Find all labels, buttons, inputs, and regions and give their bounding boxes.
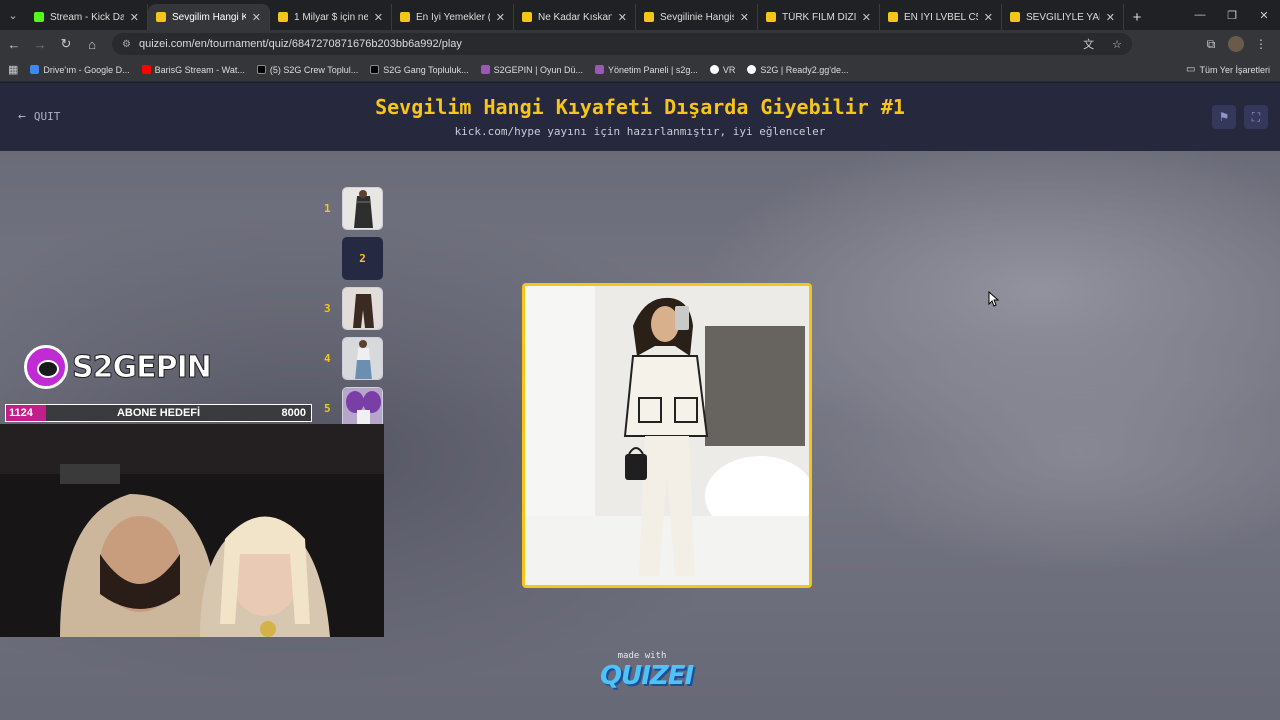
bookmark-item[interactable]: S2GEPIN | Oyun Dü... [480, 65, 583, 75]
youtube-icon [141, 65, 151, 74]
fullscreen-icon: ⛶ [1251, 109, 1261, 124]
close-tab-icon[interactable]: ✕ [862, 11, 871, 24]
quizei-favicon-icon [888, 12, 898, 22]
quizei-logo: QUIZEI [600, 661, 694, 691]
url-field[interactable]: ⚙ quizei.com/en/tournament/quiz/68472708… [112, 33, 1132, 55]
rail-number-box: 2 [342, 237, 383, 280]
site-info-icon[interactable]: ⚙ [122, 39, 131, 50]
forward-icon[interactable]: → [28, 32, 52, 56]
bookmark-star-icon[interactable]: ☆ [1112, 38, 1122, 51]
translate-icon[interactable]: 文 [1083, 36, 1094, 52]
quizei-favicon-icon [1010, 12, 1020, 22]
bookmark-item[interactable]: BarisG Stream - Wat... [141, 65, 245, 75]
rail-thumbnail [342, 337, 383, 380]
bookmark-item[interactable]: S2G | Ready2.gg'de... [747, 65, 849, 75]
webcam-feed [0, 424, 384, 637]
close-window-icon[interactable]: ✕ [1248, 0, 1280, 30]
apps-grid-icon[interactable]: ▦ [8, 63, 18, 76]
bookmark-item[interactable]: S2G Gang Topluluk... [370, 65, 469, 75]
browser-tab-active[interactable]: Sevgilim Hangi Kıyafe✕ [148, 4, 270, 30]
reload-icon[interactable]: ↻ [54, 32, 78, 56]
quiz-header: ← QUIT Sevgilim Hangi Kıyafeti Dışarda G… [0, 83, 1280, 151]
kick-favicon-icon [34, 12, 44, 22]
close-tab-icon[interactable]: ✕ [1106, 11, 1115, 24]
rail-item[interactable]: 2 2 [320, 237, 390, 281]
quiz-subtitle: kick.com/hype yayını için hazırlanmıştır… [454, 125, 826, 138]
candidate-card[interactable] [522, 283, 812, 588]
globe-icon [747, 65, 757, 74]
report-flag-button[interactable]: ⚑ [1212, 105, 1236, 129]
browser-tab[interactable]: 1 Milyar $ için ne yap✕ [270, 4, 392, 30]
browser-tab[interactable]: Ne Kadar Kıskançsın?✕ [514, 4, 636, 30]
browser-tab[interactable]: En İyi Yemekler (Kang✕ [392, 4, 514, 30]
minimize-icon[interactable]: — [1184, 0, 1216, 30]
bookmark-item[interactable]: (5) S2G Crew Toplul... [256, 65, 358, 75]
goal-current: 1124 [6, 405, 46, 421]
fullscreen-button[interactable]: ⛶ [1244, 105, 1268, 129]
browser-tab[interactable]: Sevgilinie Hangisini Y✕ [636, 4, 758, 30]
s2gepin-icon [594, 65, 604, 74]
close-tab-icon[interactable]: ✕ [740, 11, 749, 24]
goal-label: ABONE HEDEFİ [116, 407, 201, 419]
made-with-badge[interactable]: made with QUIZEI [600, 651, 694, 691]
quizei-favicon-icon [156, 12, 166, 22]
s2gepin-eye-icon [24, 345, 68, 389]
quizei-favicon-icon [278, 12, 288, 22]
browser-tab[interactable]: SEVGİLİYLE YAPILABİ✕ [1002, 4, 1124, 30]
quizei-favicon-icon [400, 12, 410, 22]
rail-item[interactable]: 1 [320, 187, 390, 231]
browser-menu-icon[interactable]: ⋮ [1250, 33, 1272, 55]
close-tab-icon[interactable]: ✕ [618, 11, 627, 24]
close-tab-icon[interactable]: ✕ [984, 11, 993, 24]
browser-tab[interactable]: EN İYİ LVBEL C5 ŞARI✕ [880, 4, 1002, 30]
tab-search-icon[interactable]: ⌄ [0, 0, 26, 30]
x-icon [370, 65, 380, 74]
close-tab-icon[interactable]: ✕ [496, 11, 505, 24]
new-tab-icon[interactable]: + [1124, 4, 1150, 30]
outfit-photo [525, 286, 809, 585]
s2gepin-icon [480, 65, 490, 74]
address-bar: ← → ↻ ⌂ ⚙ quizei.com/en/tournament/quiz/… [0, 30, 1280, 58]
bookmark-item[interactable]: Yönetim Paneli | s2g... [594, 65, 698, 75]
streamer-logo: S2GEPIN [24, 345, 212, 389]
url-text: quizei.com/en/tournament/quiz/6847270871… [138, 38, 462, 50]
rail-item[interactable]: 3 [320, 287, 390, 331]
mouse-cursor-icon [988, 291, 1000, 307]
close-tab-icon[interactable]: ✕ [374, 11, 383, 24]
bookmark-item[interactable]: VR [709, 65, 735, 75]
quizei-favicon-icon [522, 12, 532, 22]
folder-icon: ▭ [1186, 64, 1196, 75]
quiz-title: Sevgilim Hangi Kıyafeti Dışarda Giyebili… [375, 95, 905, 119]
browser-tab-bar: ⌄ Stream - Kick Dashbo✕ Sevgilim Hangi K… [0, 0, 1280, 30]
vr-icon [709, 65, 719, 74]
flag-icon: ⚑ [1218, 110, 1230, 124]
drive-icon [30, 65, 40, 74]
window-controls: — ❐ ✕ [1184, 0, 1280, 30]
bookmark-item[interactable]: Drive'ım - Google D... [30, 65, 130, 75]
all-bookmarks[interactable]: ▭ Tüm Yer İşaretleri [1186, 64, 1270, 75]
profile-avatar[interactable] [1228, 36, 1244, 52]
goal-target: 8000 [281, 407, 306, 419]
close-tab-icon[interactable]: ✕ [252, 11, 261, 24]
back-icon[interactable]: ← [2, 32, 26, 56]
x-icon [256, 65, 266, 74]
browser-tab[interactable]: Stream - Kick Dashbo✕ [26, 4, 148, 30]
bookmarks-bar: ▦ Drive'ım - Google D... BarisG Stream -… [0, 58, 1280, 82]
quizei-favicon-icon [766, 12, 776, 22]
browser-tab[interactable]: TÜRK FİLM DİZİ TARİ✕ [758, 4, 880, 30]
close-tab-icon[interactable]: ✕ [130, 11, 139, 24]
rail-item[interactable]: 4 [320, 337, 390, 381]
rail-thumbnail [342, 287, 383, 330]
home-icon[interactable]: ⌂ [80, 32, 104, 56]
subscriber-goal-bar: 1124 ABONE HEDEFİ 8000 [5, 404, 312, 422]
restore-icon[interactable]: ❐ [1216, 0, 1248, 30]
rail-thumbnail [342, 187, 383, 230]
quizei-favicon-icon [644, 12, 654, 22]
extensions-icon[interactable]: ⧉ [1200, 33, 1222, 55]
